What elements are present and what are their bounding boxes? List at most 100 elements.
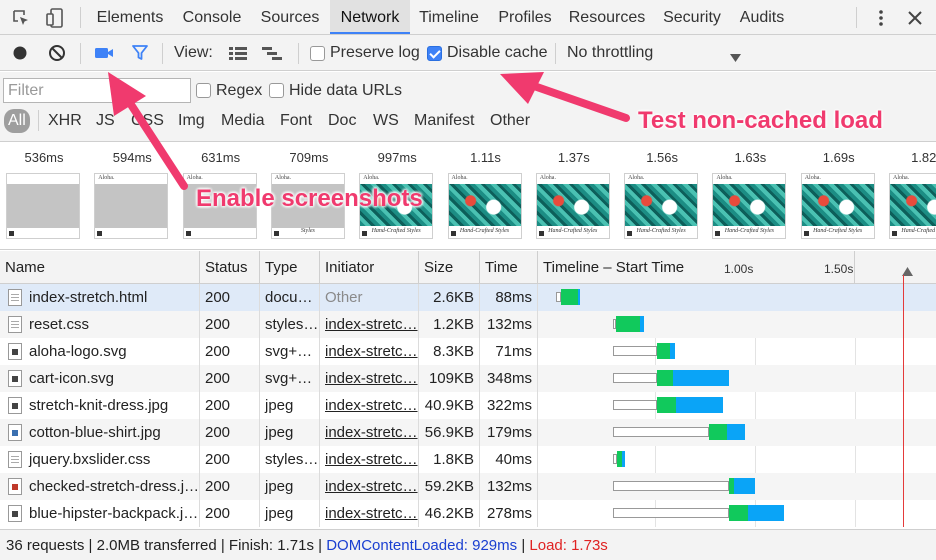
hide-data-urls-checkbox[interactable]: Hide data URLs: [269, 78, 402, 103]
filter-type-xhr[interactable]: XHR: [44, 109, 86, 133]
initiator-link[interactable]: index-stretc…: [325, 478, 418, 495]
table-row[interactable]: index-stretch.html 200 docu… Other 2.6KB 88ms: [0, 284, 936, 311]
request-name[interactable]: reset.css: [29, 311, 89, 338]
column-type[interactable]: Type: [260, 251, 320, 284]
column-status[interactable]: Status: [200, 251, 260, 284]
inspect-element-icon[interactable]: [10, 7, 32, 29]
filmstrip-frame[interactable]: 1.37s Aloha. Hand-Crafted Styles: [530, 143, 618, 239]
filmstrip-frame[interactable]: 1.82s Aloha.Hand-Crafted Styles: [883, 143, 936, 239]
table-row[interactable]: jquery.bxslider.css 200 styles… index-stret…: [0, 446, 936, 473]
table-row[interactable]: blue-hipster-backpack.j… 200 jpeg index-str…: [0, 500, 936, 527]
annotation-test-non-cached: Test non-cached load: [638, 107, 883, 134]
column-size[interactable]: Size: [419, 251, 480, 284]
filmstrip-frame[interactable]: 631ms Aloha.: [177, 143, 265, 239]
filter-type-all[interactable]: All: [4, 109, 30, 133]
throttling-select[interactable]: No throttling: [567, 35, 747, 71]
request-status: 200: [200, 338, 260, 365]
waterfall-wait-bar: [613, 400, 657, 410]
record-icon[interactable]: [9, 42, 31, 64]
checkbox-unchecked-icon[interactable]: [269, 83, 284, 98]
filter-type-js[interactable]: JS: [92, 109, 119, 133]
filter-type-css[interactable]: CSS: [127, 109, 168, 133]
request-waterfall[interactable]: [538, 392, 936, 419]
request-name[interactable]: stretch-knit-dress.jpg: [29, 392, 168, 419]
filter-icon[interactable]: [129, 42, 151, 64]
filter-type-img[interactable]: Img: [174, 109, 209, 133]
preserve-log-checkbox[interactable]: Preserve log: [310, 35, 420, 71]
regex-checkbox[interactable]: Regex: [196, 78, 262, 103]
filter-input[interactable]: [3, 78, 191, 103]
request-status: 200: [200, 500, 260, 527]
tab-sources[interactable]: Sources: [252, 0, 328, 35]
request-name[interactable]: checked-stretch-dress.j…: [29, 473, 199, 500]
request-name[interactable]: blue-hipster-backpack.j…: [29, 500, 198, 527]
initiator-link[interactable]: index-stretc…: [325, 424, 418, 441]
initiator-link[interactable]: index-stretc…: [325, 370, 418, 387]
filter-type-other[interactable]: Other: [486, 109, 534, 133]
filmstrip-frame[interactable]: 709ms Aloha. Styles: [265, 143, 353, 239]
large-rows-icon[interactable]: [227, 42, 249, 64]
filmstrip-frame[interactable]: 1.69s Aloha. Hand-Crafted Styles: [795, 143, 883, 239]
tab-security[interactable]: Security: [656, 0, 728, 35]
filmstrip-frame[interactable]: 1.63s Aloha. Hand-Crafted Styles: [706, 143, 794, 239]
request-name[interactable]: aloha-logo.svg: [29, 338, 127, 365]
initiator-link[interactable]: index-stretc…: [325, 451, 418, 468]
close-icon[interactable]: [904, 7, 926, 29]
table-row[interactable]: cart-icon.svg 200 svg+… index-stretc… 109KB 3…: [0, 365, 936, 392]
request-waterfall[interactable]: [538, 338, 936, 365]
filter-type-doc[interactable]: Doc: [324, 109, 360, 133]
request-waterfall[interactable]: [538, 365, 936, 392]
column-name[interactable]: Name: [0, 251, 200, 284]
checkbox-checked-icon[interactable]: [427, 45, 442, 61]
filmstrip-frame[interactable]: 1.11s Aloha. Hand-Crafted Styles: [442, 143, 530, 239]
request-name[interactable]: cotton-blue-shirt.jpg: [29, 419, 161, 446]
table-row[interactable]: reset.css 200 styles… index-stretc… 1.2KB 132…: [0, 311, 936, 338]
initiator-link[interactable]: index-stretc…: [325, 505, 418, 522]
request-name[interactable]: index-stretch.html: [29, 284, 147, 311]
more-vertical-icon[interactable]: [870, 7, 892, 29]
tab-resources[interactable]: Resources: [562, 0, 652, 35]
checkbox-unchecked-icon[interactable]: [310, 45, 325, 61]
initiator-link[interactable]: index-stretc…: [325, 316, 418, 333]
checkbox-unchecked-icon[interactable]: [196, 83, 211, 98]
table-row[interactable]: aloha-logo.svg 200 svg+… index-stretc… 8.3KB…: [0, 338, 936, 365]
tab-console[interactable]: Console: [176, 0, 248, 35]
column-initiator[interactable]: Initiator: [320, 251, 419, 284]
request-waterfall[interactable]: [538, 446, 936, 473]
request-waterfall[interactable]: [538, 284, 936, 311]
filter-type-font[interactable]: Font: [276, 109, 316, 133]
filter-type-ws[interactable]: WS: [369, 109, 403, 133]
table-row[interactable]: cotton-blue-shirt.jpg 200 jpeg index-stretc…: [0, 419, 936, 446]
request-waterfall[interactable]: [538, 311, 936, 338]
device-mode-icon[interactable]: [44, 7, 66, 29]
document-file-icon: [8, 316, 22, 333]
filmstrip-frame[interactable]: 1.56s Aloha. Hand-Crafted Styles: [618, 143, 706, 239]
load-event-line: [903, 284, 904, 527]
column-time[interactable]: Time: [480, 251, 538, 284]
tab-timeline[interactable]: Timeline: [412, 0, 486, 35]
tab-network[interactable]: Network: [330, 0, 410, 34]
initiator-link[interactable]: index-stretc…: [325, 343, 418, 360]
filmstrip-frame[interactable]: 997ms Aloha. Hand-Crafted Styles: [353, 143, 441, 239]
request-size: 40.9KB: [419, 392, 480, 419]
request-name[interactable]: jquery.bxslider.css: [29, 446, 150, 473]
document-file-icon: [8, 451, 22, 468]
clear-icon[interactable]: [46, 42, 68, 64]
disable-cache-checkbox[interactable]: Disable cache: [427, 35, 548, 71]
video-camera-icon[interactable]: [93, 42, 115, 64]
waterfall-overview-icon[interactable]: [261, 42, 283, 64]
waterfall-ttfb-bar: [709, 424, 727, 440]
initiator-link[interactable]: index-stretc…: [325, 397, 418, 414]
table-row[interactable]: stretch-knit-dress.jpg 200 jpeg index-stret…: [0, 392, 936, 419]
tab-audits[interactable]: Audits: [732, 0, 792, 35]
tab-profiles[interactable]: Profiles: [490, 0, 560, 35]
filmstrip-frame[interactable]: 594ms Aloha.: [88, 143, 176, 239]
dropdown-arrow-icon[interactable]: [730, 49, 741, 67]
filmstrip-frame[interactable]: 536ms: [0, 143, 88, 239]
request-name[interactable]: cart-icon.svg: [29, 365, 114, 392]
filter-type-manifest[interactable]: Manifest: [410, 109, 478, 133]
table-row[interactable]: checked-stretch-dress.j… 200 jpeg index-str…: [0, 473, 936, 500]
filter-type-media[interactable]: Media: [217, 109, 269, 133]
request-type: jpeg: [260, 392, 320, 419]
tab-elements[interactable]: Elements: [88, 0, 172, 35]
